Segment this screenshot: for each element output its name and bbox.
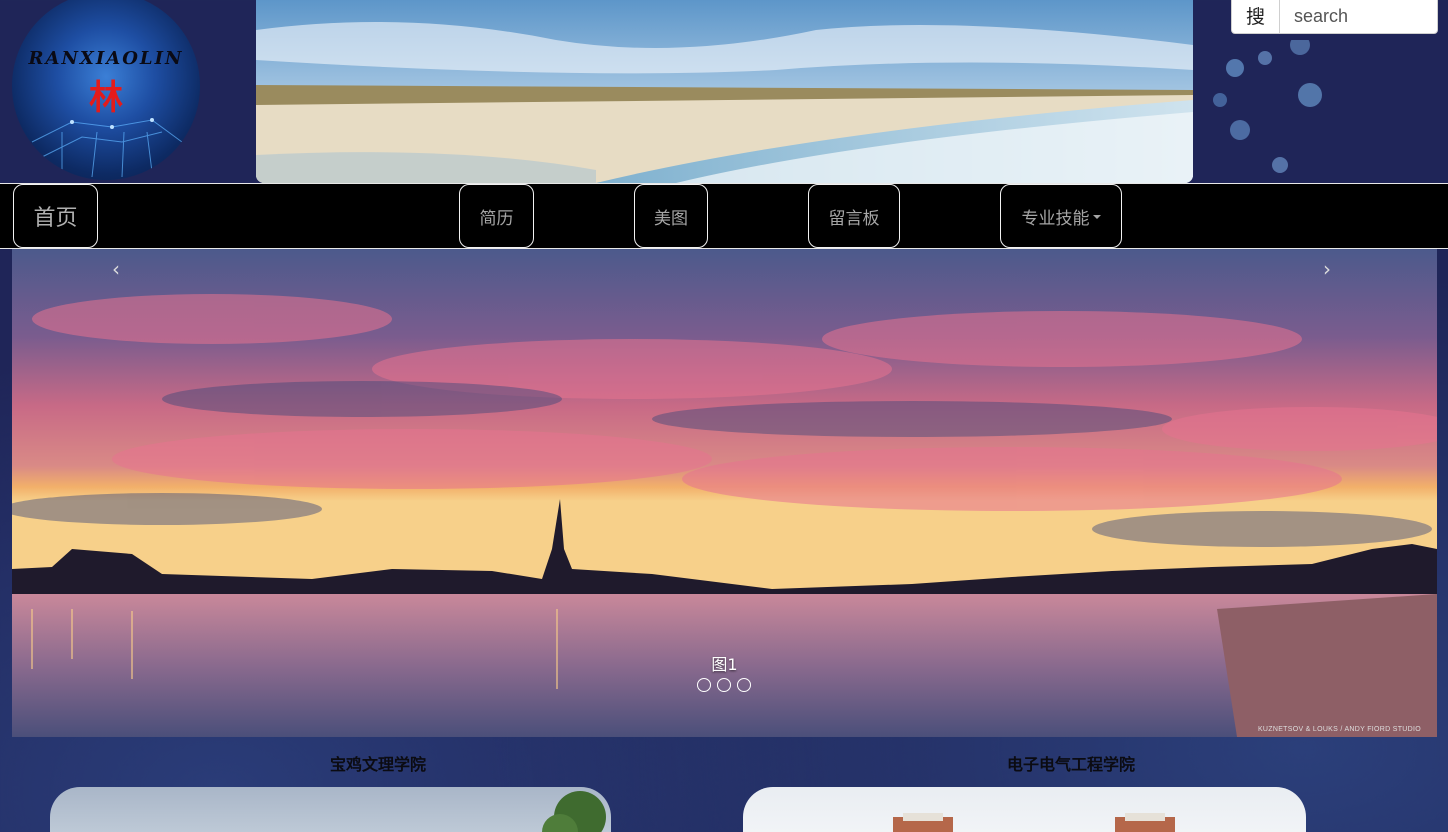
nav-skills-dropdown[interactable]: 专业技能 <box>1000 184 1122 248</box>
caret-down-icon <box>1092 215 1101 219</box>
college-image-baoji[interactable] <box>50 787 611 832</box>
search-input[interactable] <box>1280 0 1438 34</box>
search-button[interactable]: 搜 <box>1231 0 1280 34</box>
college-title-baoji: 宝鸡文理学院 <box>329 755 426 774</box>
nav-resume-label: 简历 <box>479 208 514 229</box>
image-carousel: ‹ › 图1 KUZNETSOV & LOUKS / ANDY FIORD ST… <box>12 249 1437 737</box>
nav-resume[interactable]: 简历 <box>459 184 534 248</box>
carousel-indicator-3[interactable] <box>737 678 751 692</box>
nav-skills-label: 专业技能 <box>1021 208 1090 229</box>
photo-credit: KUZNETSOV & LOUKS / ANDY FIORD STUDIO <box>1257 726 1421 733</box>
nav-message-board[interactable]: 留言板 <box>808 184 900 248</box>
nav-home[interactable]: 首页 <box>13 184 98 248</box>
nav-photos[interactable]: 美图 <box>634 184 708 248</box>
water-drops-decoration <box>1213 40 1322 173</box>
nav-home-label: 首页 <box>33 206 78 231</box>
carousel-indicator-1[interactable] <box>697 678 711 692</box>
building-graphic <box>893 813 1175 832</box>
header-banner-image <box>256 0 1193 183</box>
carousel-caption: 图1 <box>711 655 738 674</box>
carousel-prev-button[interactable]: ‹ <box>112 259 120 279</box>
carousel-next-button[interactable]: › <box>1323 259 1331 279</box>
college-image-electrical[interactable] <box>743 787 1306 832</box>
nav-message-board-label: 留言板 <box>828 208 880 229</box>
carousel-indicators <box>697 678 751 692</box>
main-navbar: 首页 简历 美图 留言板 专业技能 <box>0 183 1448 249</box>
tree-graphic <box>542 791 606 832</box>
site-logo[interactable]: RANXIAOLIN 林 <box>12 0 200 180</box>
search-box: 搜 <box>1231 0 1438 34</box>
carousel-indicator-2[interactable] <box>717 678 731 692</box>
college-title-electrical: 电子电气工程学院 <box>1006 755 1135 774</box>
nav-photos-label: 美图 <box>654 208 688 229</box>
logo-circuit-graphic <box>31 118 183 178</box>
